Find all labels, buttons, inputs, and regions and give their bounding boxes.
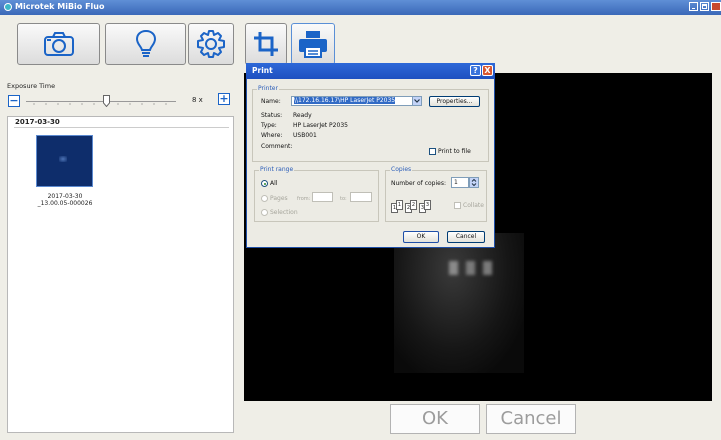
selection-radio[interactable]	[261, 209, 268, 216]
settings-button[interactable]	[188, 23, 234, 65]
window-title: Microtek MiBio Fluo	[15, 2, 105, 11]
copies-group-title: Copies	[390, 166, 413, 173]
all-radio[interactable]	[261, 180, 268, 187]
exposure-decrease-button[interactable]: −	[8, 95, 20, 107]
exposure-slider-thumb[interactable]	[103, 95, 110, 108]
image-thumbnail[interactable]	[36, 135, 93, 187]
exposure-slider-track[interactable]	[26, 101, 176, 102]
comment-label: Comment:	[261, 143, 293, 150]
pages-radio[interactable]	[261, 195, 268, 202]
crop-button[interactable]	[245, 23, 287, 65]
print-dialog-title: Print	[252, 66, 273, 75]
dialog-close-button[interactable]: X	[482, 65, 493, 76]
app-icon	[4, 3, 12, 11]
where-label: Where:	[261, 132, 283, 139]
collate-checkbox[interactable]	[454, 202, 461, 209]
lightbulb-icon	[135, 29, 157, 59]
close-button[interactable]	[711, 2, 721, 11]
gel-image	[394, 233, 524, 373]
exposure-value: 8 x	[192, 96, 203, 104]
collate-page: 2	[410, 200, 417, 210]
thumbnail-caption: 2017-03-30 _13.00.05-000026	[30, 193, 100, 207]
selection-label: Selection	[270, 209, 298, 216]
title-bar	[0, 0, 721, 15]
thumbnail-highlight	[59, 156, 67, 162]
help-button[interactable]: ?	[470, 65, 481, 76]
light-button[interactable]	[105, 23, 186, 65]
gallery-date-header: 2017-03-30	[15, 118, 60, 126]
print-ok-button[interactable]: OK	[403, 231, 439, 243]
print-button[interactable]	[291, 23, 335, 65]
gel-band	[483, 261, 492, 275]
ok-button[interactable]: OK	[390, 404, 480, 434]
gear-icon	[196, 29, 226, 59]
gel-band	[466, 261, 475, 275]
printer-icon	[298, 30, 328, 58]
all-label: All	[270, 180, 278, 187]
minimize-button[interactable]	[689, 2, 698, 11]
printer-group-title: Printer	[257, 85, 279, 92]
copies-input[interactable]: 1	[451, 177, 469, 188]
camera-button[interactable]	[17, 23, 100, 65]
collate-label: Collate	[463, 202, 484, 209]
copies-spinner[interactable]	[469, 177, 479, 188]
to-label: to:	[340, 196, 347, 202]
print-to-file-label: Print to file	[438, 148, 471, 155]
from-page-input[interactable]	[312, 192, 333, 202]
thumbnail-caption-line1: 2017-03-30	[47, 193, 83, 200]
camera-icon	[43, 31, 75, 57]
status-value: Ready	[293, 112, 312, 119]
printer-name-select[interactable]: \\172.16.16.17\HP LaserJet P2035	[291, 96, 413, 106]
slider-ticks	[28, 103, 174, 105]
to-page-input[interactable]	[350, 192, 372, 202]
print-to-file-checkbox[interactable]	[429, 148, 436, 155]
collate-page: 1	[396, 200, 403, 210]
cancel-button[interactable]: Cancel	[486, 404, 576, 434]
status-label: Status:	[261, 112, 283, 119]
properties-button[interactable]: Properties...	[429, 96, 480, 107]
pages-label: Pages	[270, 195, 288, 202]
print-range-group-title: Print range	[259, 166, 295, 173]
exposure-time-label: Exposure Time	[7, 82, 56, 90]
thumbnail-caption-line2: _13.00.05-000026	[37, 200, 93, 207]
print-cancel-button[interactable]: Cancel	[447, 231, 485, 243]
chevron-down-icon[interactable]	[412, 96, 422, 106]
name-label: Name:	[261, 98, 281, 105]
from-label: from:	[297, 196, 311, 202]
type-label: Type:	[261, 122, 277, 129]
print-dialog-titlebar	[246, 63, 495, 79]
type-value: HP LaserJet P2035	[293, 122, 348, 129]
collate-page: 3	[424, 200, 431, 210]
exposure-increase-button[interactable]: +	[218, 93, 230, 105]
copies-label: Number of copies:	[391, 180, 446, 187]
where-value: USB001	[293, 132, 317, 139]
divider	[14, 127, 229, 128]
crop-icon	[253, 31, 279, 57]
maximize-button[interactable]	[700, 2, 709, 11]
gel-band	[449, 261, 458, 275]
printer-name-value: \\172.16.16.17\HP LaserJet P2035	[294, 97, 396, 104]
